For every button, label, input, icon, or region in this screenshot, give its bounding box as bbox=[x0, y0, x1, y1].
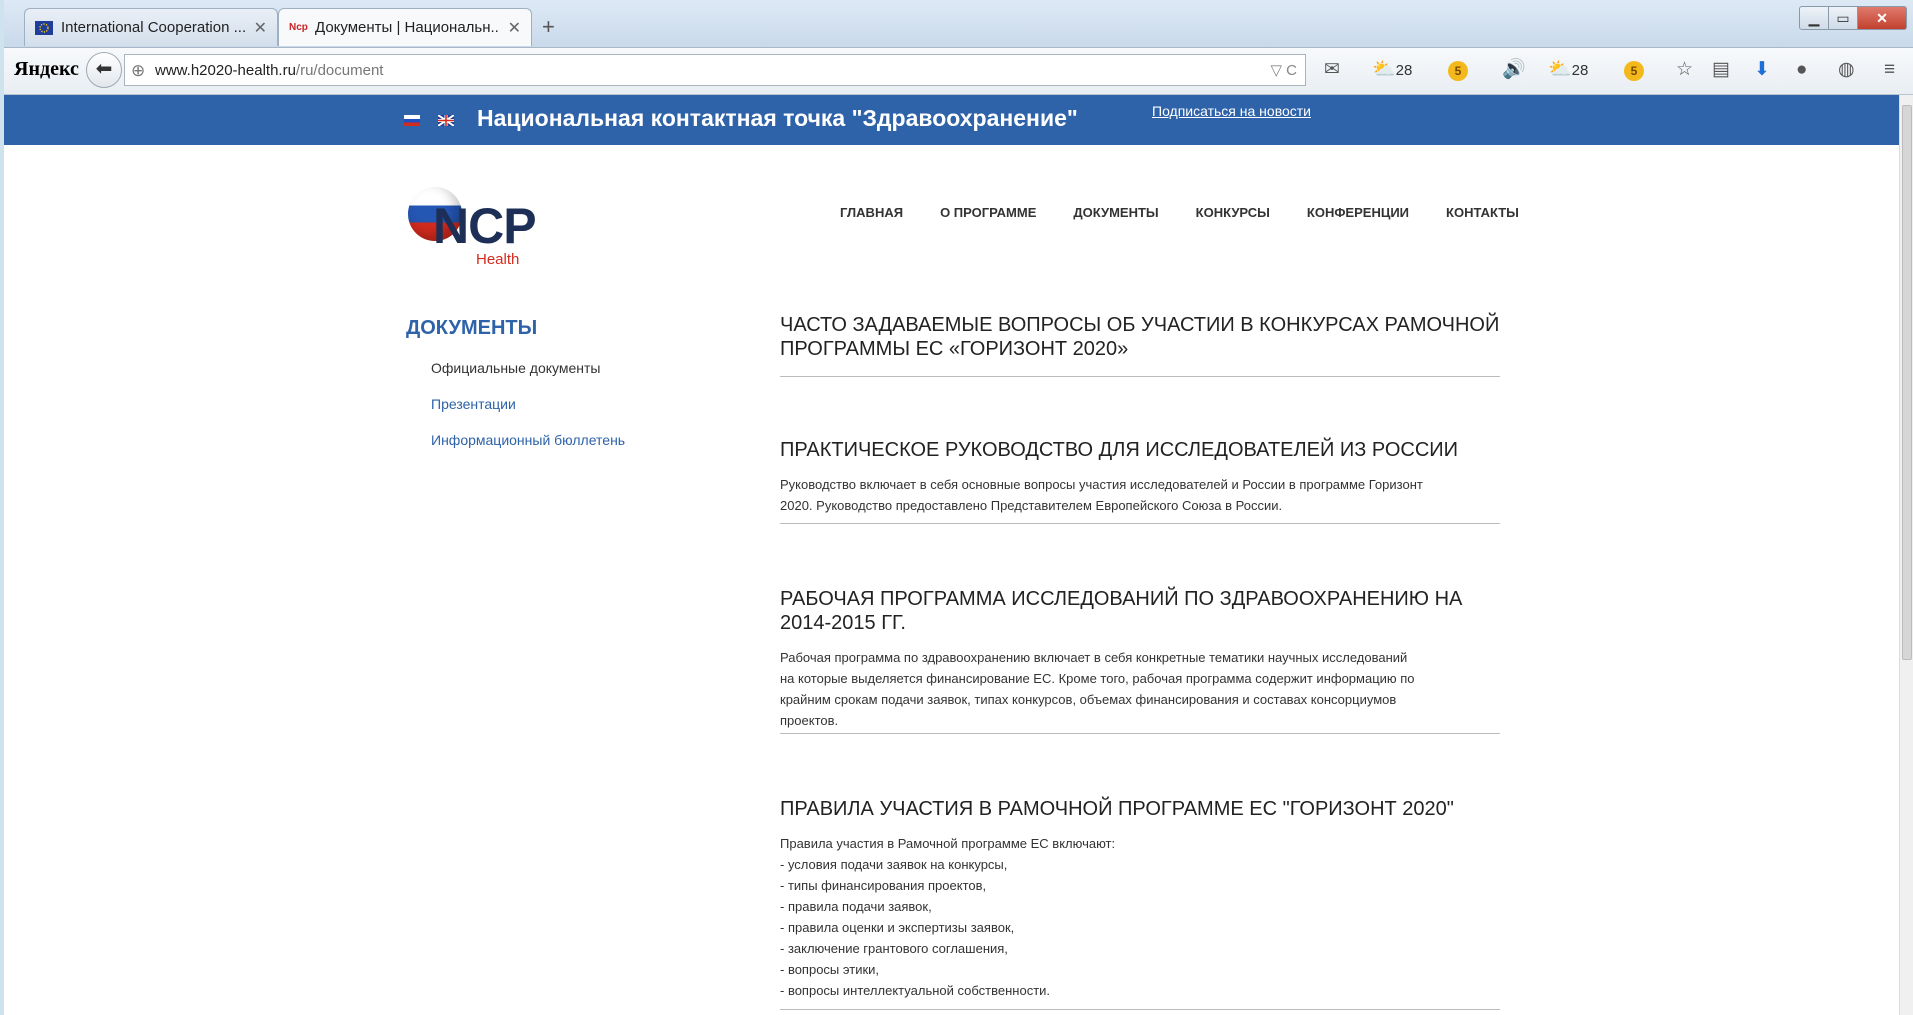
palette-icon[interactable]: ◍ bbox=[1838, 60, 1855, 80]
close-window-button[interactable]: ✕ bbox=[1857, 6, 1907, 30]
document-description: Рабочая программа по здравоохранению вкл… bbox=[780, 650, 1415, 728]
ncp-favicon-icon: Ncp bbox=[289, 21, 308, 33]
page-viewport: Национальная контактная точка "Здравоохр… bbox=[4, 95, 1899, 1015]
bookmark-star-icon[interactable]: ☆ bbox=[1676, 60, 1693, 80]
divider bbox=[780, 1009, 1500, 1010]
nav-conferences[interactable]: КОНФЕРЕНЦИИ bbox=[1307, 205, 1409, 220]
coin-label: 5 bbox=[1448, 61, 1468, 81]
document-entry: ПРАВИЛА УЧАСТИЯ В РАМОЧНОЙ ПРОГРАММЕ ЕС … bbox=[780, 797, 1500, 1010]
back-button[interactable]: ⬅ bbox=[86, 52, 122, 88]
sidebar-title: ДОКУМЕНТЫ bbox=[406, 317, 538, 339]
nav-documents[interactable]: ДОКУМЕНТЫ bbox=[1073, 205, 1158, 220]
document-title-link[interactable]: ПРАКТИЧЕСКОЕ РУКОВОДСТВО ДЛЯ ИССЛЕДОВАТЕ… bbox=[780, 438, 1500, 462]
eu-flag-icon bbox=[35, 20, 53, 35]
document-title-link[interactable]: РАБОЧАЯ ПРОГРАММА ИССЛЕДОВАНИЙ ПО ЗДРАВО… bbox=[780, 587, 1500, 635]
globe-icon: ⊕ bbox=[131, 61, 146, 80]
tab-documents[interactable]: Ncp Документы | Национальн... ✕ bbox=[278, 8, 532, 46]
nav-about[interactable]: О ПРОГРАММЕ bbox=[940, 205, 1036, 220]
close-tab-icon[interactable]: ✕ bbox=[254, 18, 267, 38]
weather-icon[interactable]: ⛅28 bbox=[1372, 60, 1412, 81]
document-entry: ПРАКТИЧЕСКОЕ РУКОВОДСТВО ДЛЯ ИССЛЕДОВАТЕ… bbox=[780, 438, 1500, 524]
russian-flag-icon[interactable] bbox=[404, 115, 420, 126]
divider bbox=[780, 733, 1500, 734]
new-tab-button[interactable]: + bbox=[542, 14, 555, 40]
subscribe-link[interactable]: Подписаться на новости bbox=[1152, 103, 1311, 119]
site-title: Национальная контактная точка "Здравоохр… bbox=[477, 105, 1078, 131]
logo-text: NCP bbox=[433, 198, 537, 254]
menu-icon[interactable]: ≡ bbox=[1884, 60, 1895, 80]
tab-strip: International Cooperation ... ✕ Ncp Доку… bbox=[4, 0, 1913, 48]
maximize-button[interactable]: ▭ bbox=[1828, 6, 1858, 30]
browser-window: International Cooperation ... ✕ Ncp Доку… bbox=[4, 0, 1913, 1015]
weather-icon[interactable]: ⛅28 bbox=[1548, 60, 1588, 81]
main-navigation: ГЛАВНАЯ О ПРОГРАММЕ ДОКУМЕНТЫ КОНКУРСЫ К… bbox=[840, 205, 1519, 220]
close-tab-icon[interactable]: ✕ bbox=[508, 18, 521, 38]
navigation-bar: Яндекс ⬅ ⊕ www.h2020-health.ru/ru/docume… bbox=[4, 48, 1913, 95]
tab-international-cooperation[interactable]: International Cooperation ... ✕ bbox=[24, 8, 278, 46]
coin-icon[interactable]: 5 bbox=[1448, 60, 1468, 81]
clipboard-icon[interactable]: ▤ bbox=[1712, 60, 1730, 80]
document-entry: ЧАСТО ЗАДАВАЕМЫЕ ВОПРОСЫ ОБ УЧАСТИИ В КО… bbox=[780, 313, 1500, 377]
sidebar-item-presentations[interactable]: Презентации bbox=[431, 396, 516, 412]
site-header-bar: Национальная контактная точка "Здравоохр… bbox=[4, 95, 1899, 145]
ncp-health-logo[interactable]: NCP Health bbox=[406, 185, 546, 275]
uk-flag-icon[interactable] bbox=[438, 115, 454, 126]
vertical-scrollbar[interactable] bbox=[1899, 95, 1913, 1015]
nav-contacts[interactable]: КОНТАКТЫ bbox=[1446, 205, 1519, 220]
document-entry: РАБОЧАЯ ПРОГРАММА ИССЛЕДОВАНИЙ ПО ЗДРАВО… bbox=[780, 587, 1500, 734]
weather-temp: 28 bbox=[1571, 62, 1589, 79]
chat-icon[interactable]: ● bbox=[1796, 60, 1807, 80]
document-title-link[interactable]: ЧАСТО ЗАДАВАЕМЫЕ ВОПРОСЫ ОБ УЧАСТИИ В КО… bbox=[780, 313, 1500, 361]
yandex-logo[interactable]: Яндекс bbox=[14, 58, 79, 81]
document-description: Руководство включает в себя основные воп… bbox=[780, 477, 1423, 513]
logo-subtitle: Health bbox=[476, 251, 520, 268]
nav-home[interactable]: ГЛАВНАЯ bbox=[840, 205, 903, 220]
url-text: www.h2020-health.ru/ru/document bbox=[155, 62, 384, 79]
coin-label: 5 bbox=[1624, 61, 1644, 81]
document-description: Правила участия в Рамочной программе ЕС … bbox=[780, 836, 1116, 998]
nav-calls[interactable]: КОНКУРСЫ bbox=[1196, 205, 1270, 220]
speaker-icon[interactable]: 🔊 bbox=[1502, 60, 1526, 80]
download-icon[interactable]: ⬇ bbox=[1754, 60, 1770, 80]
minimize-button[interactable]: ▁ bbox=[1799, 6, 1829, 30]
tab-title: International Cooperation ... bbox=[61, 19, 246, 36]
divider bbox=[780, 376, 1500, 377]
address-bar[interactable]: ⊕ www.h2020-health.ru/ru/document ▽ C bbox=[124, 54, 1306, 86]
mail-icon[interactable]: ✉ bbox=[1324, 60, 1340, 80]
sidebar-item-official-documents[interactable]: Официальные документы bbox=[431, 360, 600, 376]
divider bbox=[780, 523, 1500, 524]
document-title-link[interactable]: ПРАВИЛА УЧАСТИЯ В РАМОЧНОЙ ПРОГРАММЕ ЕС … bbox=[780, 797, 1500, 821]
weather-temp: 28 bbox=[1395, 62, 1413, 79]
url-dropdown-reload-icon[interactable]: ▽ C bbox=[1270, 61, 1297, 79]
sidebar-item-newsletter[interactable]: Информационный бюллетень bbox=[431, 432, 625, 448]
scrollbar-thumb[interactable] bbox=[1902, 105, 1912, 660]
tab-title: Документы | Национальн... bbox=[315, 19, 500, 36]
coin-icon[interactable]: 5 bbox=[1624, 60, 1644, 81]
